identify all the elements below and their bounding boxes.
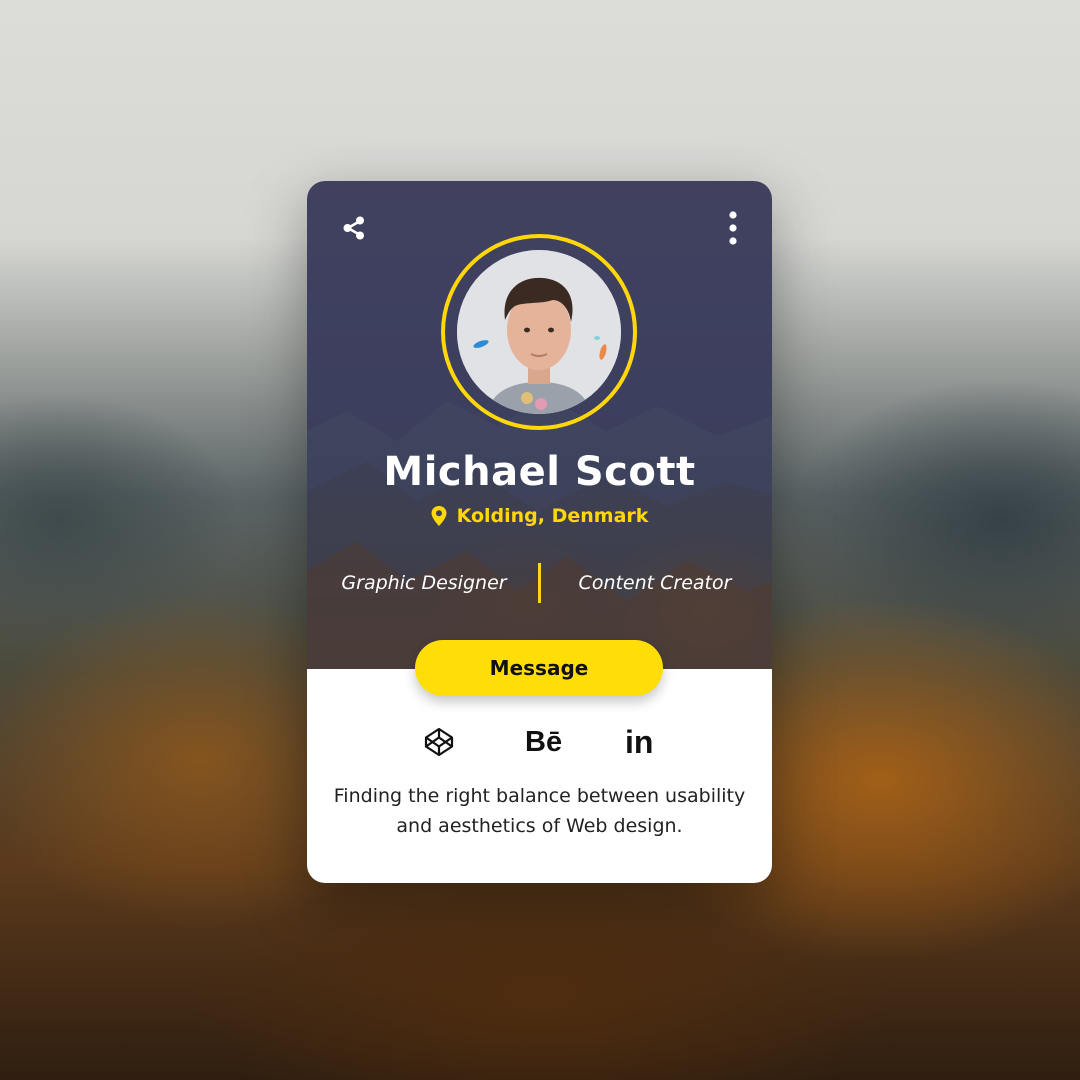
- avatar[interactable]: [457, 250, 621, 414]
- avatar-ring: [441, 234, 637, 430]
- codepen-icon[interactable]: [423, 726, 455, 758]
- linkedin-icon[interactable]: in: [625, 723, 653, 761]
- card-header: Michael Scott Kolding, Denmark Graphic D…: [307, 181, 772, 669]
- role-graphic-designer: Graphic Designer: [341, 572, 507, 594]
- profile-bio: Finding the right balance between usabil…: [333, 785, 746, 837]
- role-content-creator: Content Creator: [578, 572, 732, 594]
- message-button[interactable]: Message: [415, 640, 663, 696]
- roles-row: Graphic Designer Content Creator: [307, 561, 772, 605]
- behance-icon[interactable]: Bē: [525, 723, 562, 761]
- profile-location: Kolding, Denmark: [307, 505, 772, 527]
- social-links: Bē in: [307, 723, 772, 763]
- location-text: Kolding, Denmark: [456, 505, 649, 527]
- roles-divider: [538, 563, 541, 603]
- profile-card: Michael Scott Kolding, Denmark Graphic D…: [307, 181, 772, 883]
- more-vertical-icon[interactable]: [721, 209, 745, 247]
- share-icon[interactable]: [341, 215, 367, 241]
- profile-name: Michael Scott: [383, 449, 696, 495]
- location-pin-icon: [431, 506, 447, 526]
